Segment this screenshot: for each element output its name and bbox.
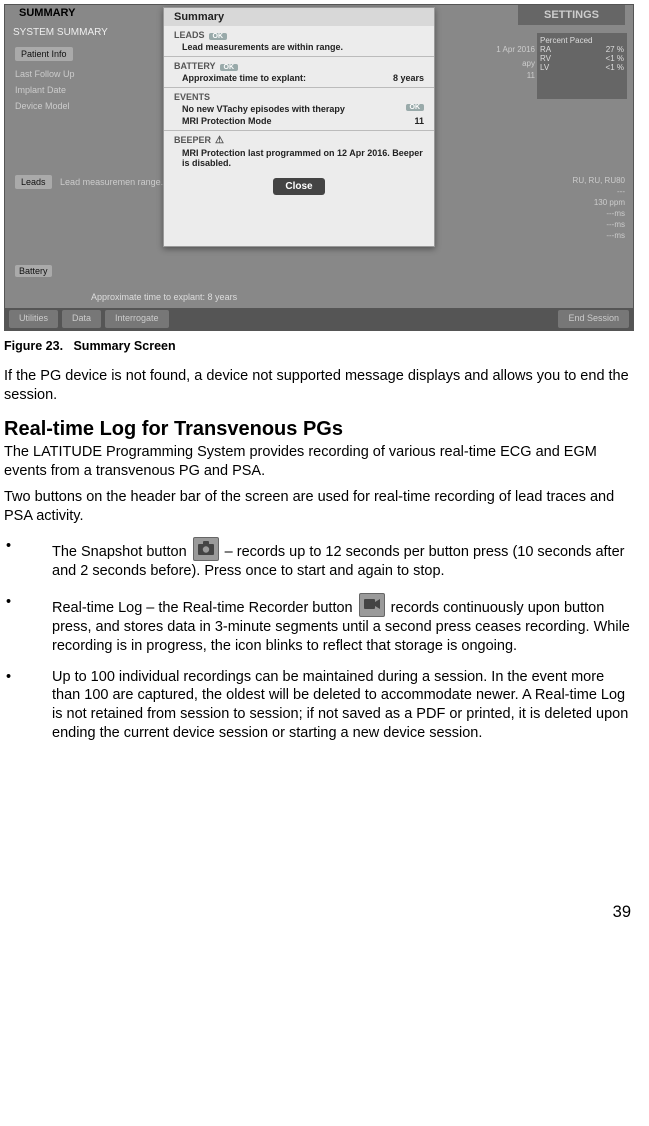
interrogate-button: Interrogate	[105, 310, 169, 328]
summary-dialog: Summary LEADSOK Lead measurements are wi…	[163, 7, 435, 247]
bullet-snapshot: • The Snapshot button – records up to 12…	[4, 537, 635, 581]
summary-screenshot: SUMMARY SETTINGS SYSTEM SUMMARY Patient …	[4, 4, 634, 331]
para-device-not-found: If the PG device is not found, a device …	[4, 367, 635, 404]
right-low-readouts: RU, RU, RU80 --- 130 ppm ---ms ---ms ---…	[573, 175, 625, 241]
data-button: Data	[62, 310, 101, 328]
warning-icon: ⚠	[215, 135, 224, 146]
para-two-buttons: Two buttons on the header bar of the scr…	[4, 488, 635, 525]
battery-section: Battery	[15, 265, 52, 277]
right-apy-val: 11	[527, 71, 535, 80]
close-button: Close	[273, 178, 325, 195]
system-summary-label: SYSTEM SUMMARY	[13, 27, 108, 38]
right-apy: apy	[522, 59, 535, 68]
dialog-title: Summary	[164, 8, 434, 26]
device-model-label: Device Model	[15, 101, 70, 111]
right-date: 1 Apr 2016	[496, 45, 535, 54]
end-session-button: End Session	[558, 310, 629, 328]
bullet-realtime-log: • Real-time Log – the Real-time Recorder…	[4, 593, 635, 656]
camera-icon	[193, 537, 219, 561]
tab-settings: SETTINGS	[518, 5, 625, 25]
leads-section: Leads Lead measuremen range.	[15, 177, 163, 187]
approx-explant-label: Approximate time to explant: 8 years	[91, 292, 237, 302]
tab-summary: SUMMARY	[11, 5, 83, 21]
video-camera-icon	[359, 593, 385, 617]
bullet-recordings-limit: • Up to 100 individual recordings can be…	[4, 668, 635, 743]
page-number: 39	[4, 903, 635, 922]
percent-paced-panel: Percent Paced RA27 % RV<1 % LV<1 %	[537, 33, 627, 99]
utilities-button: Utilities	[9, 310, 58, 328]
patient-info-button: Patient Info	[15, 47, 73, 61]
implant-date-label: Implant Date	[15, 85, 66, 95]
para-latitude: The LATITUDE Programming System provides…	[4, 443, 635, 480]
bottom-toolbar: Utilities Data Interrogate End Session	[5, 308, 633, 330]
last-follow-up-label: Last Follow Up	[15, 69, 75, 79]
figure-caption: Figure 23. Summary Screen	[4, 339, 635, 353]
heading-realtime-log: Real-time Log for Transvenous PGs	[4, 418, 635, 441]
